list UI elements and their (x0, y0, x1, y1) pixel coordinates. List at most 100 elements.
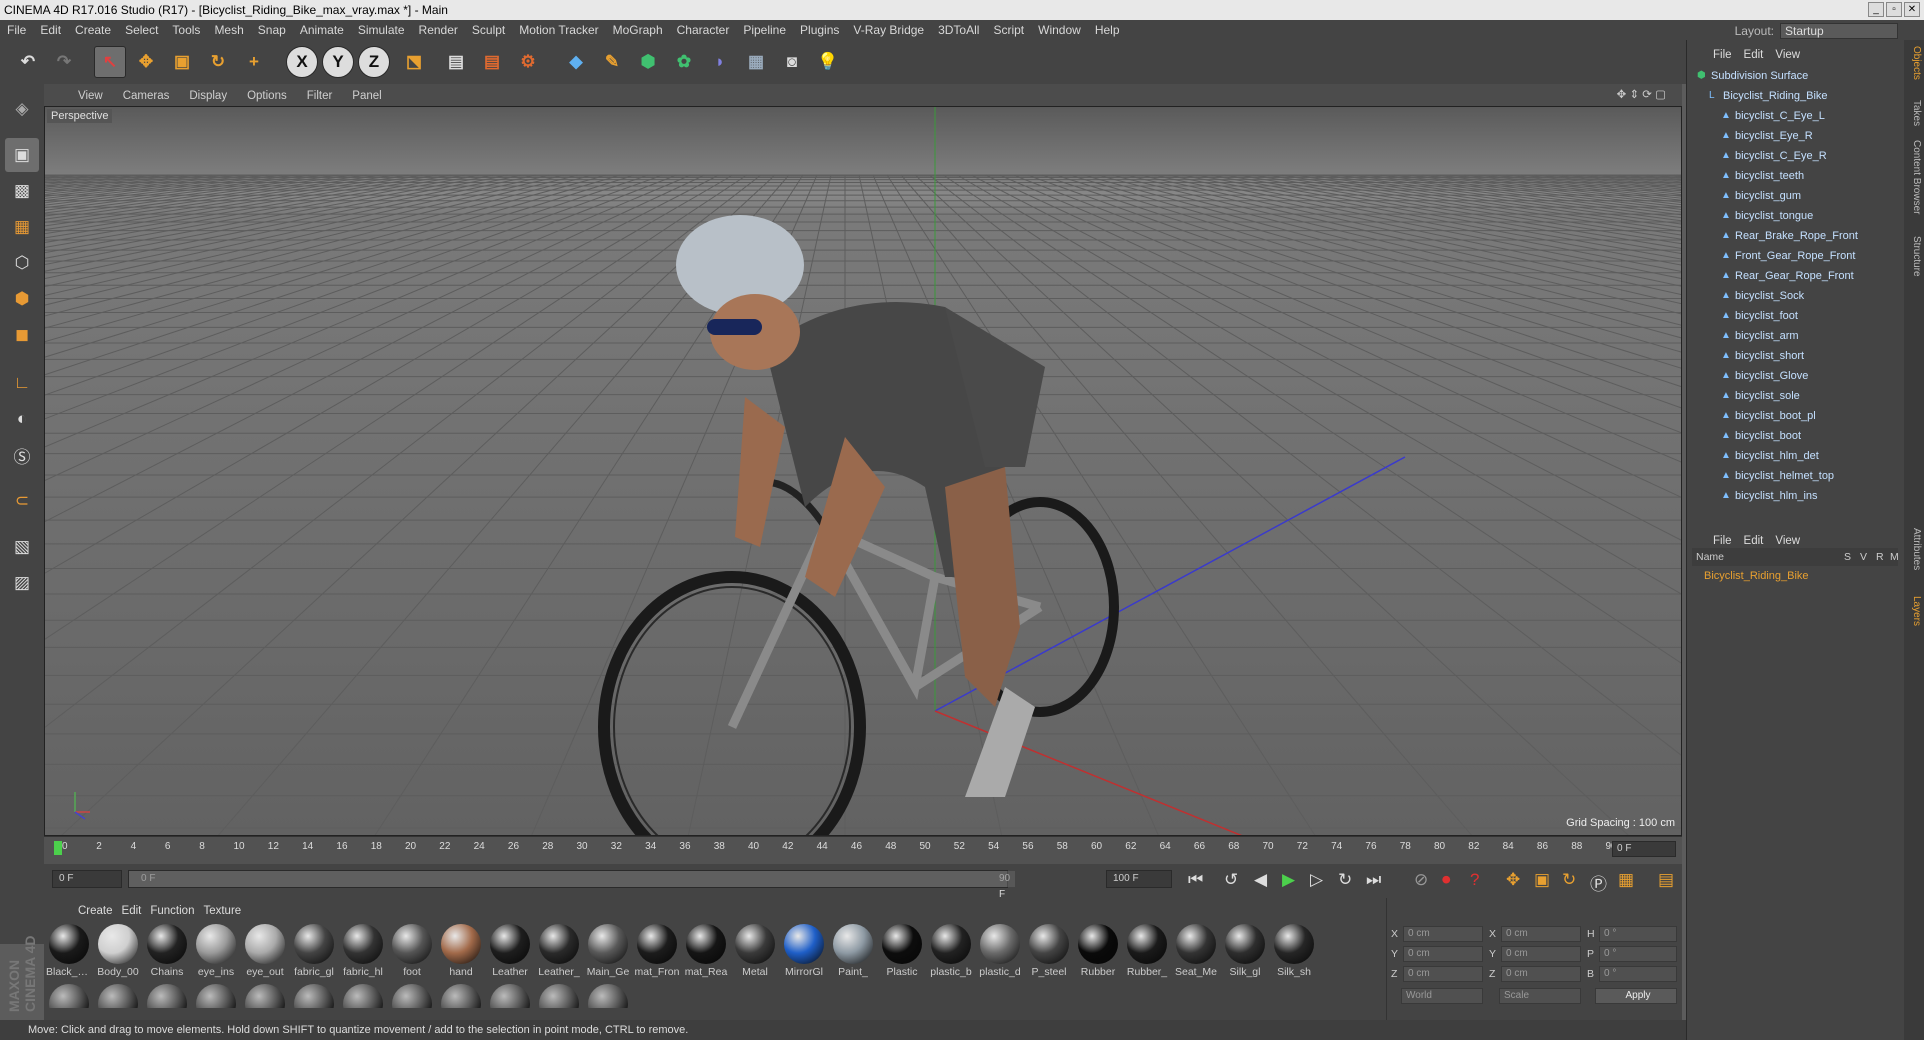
move-tool-icon[interactable]: ✥ (130, 46, 162, 78)
object-menu-edit[interactable]: Edit (1744, 45, 1776, 65)
maximize-button[interactable]: ▫ (1886, 2, 1902, 17)
material-swatch[interactable]: eye_ins (193, 922, 239, 978)
timeline-window-icon[interactable]: ▤ (1658, 870, 1674, 890)
viewport-menu-filter[interactable]: Filter (297, 85, 343, 107)
model-mode-icon[interactable]: ▣ (5, 138, 39, 172)
x-size-field[interactable]: 0 cm (1501, 926, 1581, 942)
material-swatch[interactable]: Paint_ (830, 922, 876, 978)
tab-objects[interactable]: Objects (1906, 46, 1922, 80)
material-swatch[interactable]: Plastic (879, 922, 925, 978)
material-swatch[interactable]: MirrorGl (781, 922, 827, 978)
object-tree-item[interactable]: ▲ bicyclist_Eye_R (1687, 126, 1887, 146)
object-tree-item[interactable]: ▲ bicyclist_Sock (1687, 286, 1887, 306)
key-position-icon[interactable]: ✥ (1506, 870, 1520, 890)
object-menu-file[interactable]: File (1713, 45, 1744, 65)
render-settings-icon[interactable]: ⚙ (512, 46, 544, 78)
material-swatch[interactable]: eye_out (242, 922, 288, 978)
key-rotation-icon[interactable]: ↻ (1562, 870, 1576, 890)
material-swatch[interactable]: mat_Rea (683, 922, 729, 978)
keyframe-selection-icon[interactable]: ? (1470, 870, 1479, 890)
planar-workplane-icon[interactable]: ▨ (5, 566, 39, 600)
layout-dropdown[interactable]: Startup (1780, 23, 1898, 39)
object-tree-item[interactable]: ▲ bicyclist_tongue (1687, 206, 1887, 226)
recent-tools-icon[interactable]: + (238, 46, 270, 78)
object-tree-item[interactable]: ▲ bicyclist_short (1687, 346, 1887, 366)
object-tree-item[interactable]: ▲ bicyclist_boot_pl (1687, 406, 1887, 426)
key-pla-icon[interactable]: ▦ (1618, 870, 1634, 890)
workplane-lock-icon[interactable]: ▧ (5, 530, 39, 564)
material-swatch[interactable]: plastic_b (928, 922, 974, 978)
previous-key-icon[interactable]: ↺ (1224, 870, 1238, 890)
material-swatch[interactable] (340, 982, 386, 1008)
menu-create[interactable]: Create (68, 20, 118, 40)
z-size-field[interactable]: 0 cm (1501, 966, 1581, 982)
timeline-ruler[interactable]: 0 2 4 6 8 10 12 14 16 18 20 22 24 26 28 30 32 34 36 38 40 42 4… (44, 836, 1682, 864)
playhead-marker[interactable] (54, 841, 62, 855)
object-tree-item[interactable]: ▲ Rear_Gear_Rope_Front (1687, 266, 1887, 286)
menu-script[interactable]: Script (986, 20, 1031, 40)
polygons-mode-icon[interactable]: ◼ (5, 318, 39, 352)
menu-sculpt[interactable]: Sculpt (465, 20, 512, 40)
tab-attributes[interactable]: Attributes (1906, 528, 1922, 570)
close-button[interactable]: ✕ (1904, 2, 1920, 17)
viewport-menu-options[interactable]: Options (237, 85, 297, 107)
play-icon[interactable]: ▶ (1282, 870, 1295, 890)
material-swatch[interactable]: Metal (732, 922, 778, 978)
material-swatch[interactable]: Main_Ge (585, 922, 631, 978)
material-swatch[interactable]: Body_00 (95, 922, 141, 978)
material-swatch[interactable] (487, 982, 533, 1008)
tab-content-browser[interactable]: Content Browser (1906, 140, 1922, 214)
material-swatch[interactable]: Silk_sh (1271, 922, 1317, 978)
object-tree-item[interactable]: ▲ bicyclist_sole (1687, 386, 1887, 406)
h-rotation-field[interactable]: 0 ° (1599, 926, 1677, 942)
viewport-menu-cameras[interactable]: Cameras (113, 85, 180, 107)
scale-dropdown[interactable]: Scale (1499, 988, 1581, 1004)
viewport-menu-display[interactable]: Display (179, 85, 237, 107)
material-menu-create[interactable]: Create (78, 901, 122, 921)
object-tree-item[interactable]: ⬢ Subdivision Surface (1687, 66, 1887, 86)
record-keys-icon[interactable]: ⊘ (1414, 870, 1428, 890)
material-swatch[interactable]: P_steel (1026, 922, 1072, 978)
material-menu-function[interactable]: Function (150, 901, 203, 921)
layer-item[interactable]: Bicyclist_Riding_Bike (1704, 570, 1809, 582)
deformer-icon[interactable]: ◗ (704, 46, 736, 78)
autokey-icon[interactable]: ⏺ (1442, 870, 1451, 890)
material-swatch[interactable]: mat_Fron (634, 922, 680, 978)
redo-icon[interactable]: ↷ (48, 46, 80, 78)
object-tree-item[interactable]: ▲ bicyclist_Glove (1687, 366, 1887, 386)
tab-takes[interactable]: Takes (1906, 100, 1922, 126)
menu-mograph[interactable]: MoGraph (606, 20, 670, 40)
material-swatch[interactable] (536, 982, 582, 1008)
frame-range-slider[interactable]: 0 F 90 F (128, 870, 1015, 900)
apply-button[interactable]: Apply (1595, 988, 1677, 1004)
material-menu-edit[interactable]: Edit (122, 901, 151, 921)
menu-select[interactable]: Select (118, 20, 165, 40)
menu-simulate[interactable]: Simulate (351, 20, 412, 40)
z-position-field[interactable]: 0 cm (1403, 966, 1483, 982)
material-menu-texture[interactable]: Texture (203, 901, 250, 921)
render-view-icon[interactable]: ▤ (440, 46, 472, 78)
viewport-nav-icons[interactable]: ✥ ⇕ ⟳ ▢ (1607, 84, 1676, 106)
viewport-menu-view[interactable]: View (68, 85, 113, 107)
object-tree-item[interactable]: L Bicyclist_Riding_Bike (1687, 86, 1887, 106)
menu-vray-bridge[interactable]: V-Ray Bridge (846, 20, 931, 40)
material-swatch[interactable] (193, 982, 239, 1008)
material-swatch[interactable]: Leather (487, 922, 533, 978)
material-swatch[interactable]: Rubber_ (1124, 922, 1170, 978)
tab-layers[interactable]: Layers (1906, 596, 1922, 626)
make-editable-icon[interactable]: ◈ (5, 92, 39, 126)
snap-icon[interactable]: ⊂ (5, 484, 39, 518)
x-axis-lock-button[interactable]: X (286, 46, 318, 78)
y-size-field[interactable]: 0 cm (1501, 946, 1581, 962)
material-swatch[interactable] (46, 982, 92, 1008)
tweak-mode-icon[interactable]: ◐ (5, 402, 39, 436)
tab-structure[interactable]: Structure (1906, 236, 1922, 277)
object-tree-item[interactable]: ▲ bicyclist_arm (1687, 326, 1887, 346)
menu-mesh[interactable]: Mesh (207, 20, 250, 40)
object-tree-item[interactable]: ▲ bicyclist_C_Eye_L (1687, 106, 1887, 126)
menu-3dtoall[interactable]: 3DToAll (931, 20, 986, 40)
material-swatch[interactable]: Chains (144, 922, 190, 978)
material-swatch[interactable] (95, 982, 141, 1008)
menu-help[interactable]: Help (1088, 20, 1127, 40)
subdivision-surface-icon[interactable]: ⬢ (632, 46, 664, 78)
